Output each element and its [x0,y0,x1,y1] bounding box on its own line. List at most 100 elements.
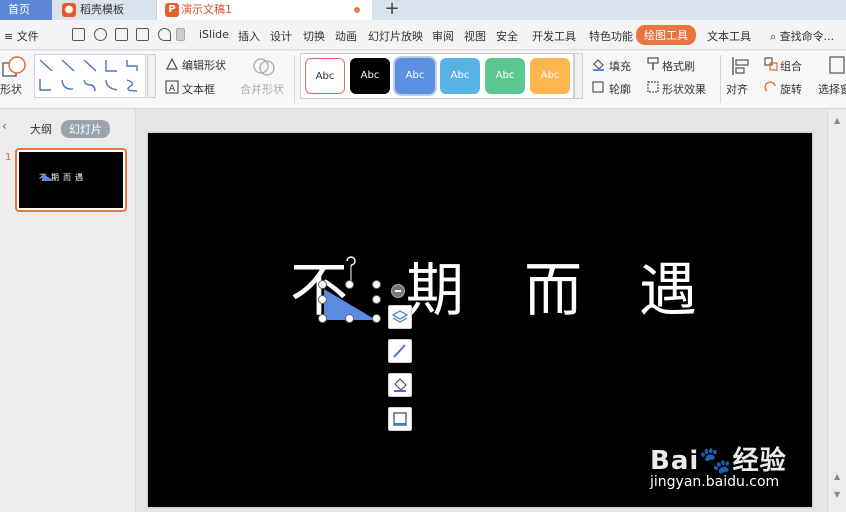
align-button[interactable]: 对齐 [726,81,748,97]
undo-history-icon[interactable] [94,28,107,41]
scroll-up-icon[interactable]: ▲ [834,116,840,125]
resize-handle-bottom-right[interactable] [372,314,381,323]
text-box-icon: A [165,80,179,94]
print-preview-icon[interactable] [136,28,149,41]
slide-number: 1 [5,152,12,163]
menu-slideshow[interactable]: 幻灯片放映 [368,28,423,44]
watermark-url: jingyan.baidu.com [650,474,780,490]
tab-bar: 首页 ● 稻壳模板 P 演示文稿1 + [0,0,846,20]
slide-thumbnail-canvas: 不期而遇 [19,152,123,208]
outline-button-float[interactable] [388,407,412,431]
fill-bucket-icon [593,59,604,71]
new-tab-button[interactable]: + [382,0,402,20]
edit-shape-button[interactable]: 编辑形状 [182,57,226,73]
more-quick-access-icon[interactable] [176,28,185,41]
menu-bar: ≡ 文件 iSlide 插入 设计 切换 动画 幻灯片放映 审阅 视图 安全 开… [0,20,846,50]
search-command-label: 查找命令... [779,30,835,43]
print-icon[interactable] [115,28,128,41]
tab-document-label: 演示文稿1 [181,3,232,16]
menu-developer[interactable]: 开发工具 [532,28,576,44]
format-painter-icon [647,57,659,70]
outline-icon [592,81,604,93]
menu-review[interactable]: 审阅 [432,28,454,44]
text-box-button[interactable]: 文本框 [182,81,215,97]
search-icon: ⌕ [770,30,777,43]
resize-handle-bottom[interactable] [345,314,354,323]
style-swatch-orange[interactable]: Abc [530,58,570,94]
tab-template[interactable]: ● 稻壳模板 [54,0,154,20]
style-swatch-black[interactable]: Abc [350,58,390,94]
slide-thumbnail-triangle [42,173,54,181]
tab-outline[interactable]: 大纲 [30,121,52,137]
style-swatch-blue[interactable]: Abc [395,58,435,94]
shapes-button[interactable]: 形状 [0,81,22,97]
tab-home[interactable]: 首页 [0,0,52,20]
rotate-icon [764,81,776,92]
ribbon-separator [720,55,721,103]
resize-handle-top-left[interactable] [318,280,327,289]
search-command[interactable]: ⌕ 查找命令... [770,28,834,44]
collapse-toolbox-icon[interactable] [391,284,405,298]
menu-view[interactable]: 视图 [464,28,486,44]
scroll-down-page-icon[interactable]: ▼ [834,490,840,499]
menu-islide[interactable]: iSlide [199,28,229,41]
group-button[interactable]: 组合 [780,58,802,74]
rotate-button[interactable]: 旋转 [780,81,802,97]
slide-char-4[interactable]: 遇 [639,259,697,321]
slide-thumbnail-1[interactable]: 不期而遇 [15,148,127,212]
style-gallery-scroll[interactable] [574,53,583,99]
resize-handle-top[interactable] [345,280,354,289]
resize-handle-right[interactable] [372,295,381,304]
tab-template-label: 稻壳模板 [80,3,124,16]
resize-handle-top-right[interactable] [372,280,381,289]
vertical-scrollbar[interactable]: ▲ ▲ ▼ [827,110,846,512]
presentation-logo-icon: P [165,3,179,17]
menu-file[interactable]: ≡ 文件 [4,28,39,44]
tab-document[interactable]: P 演示文稿1 [156,0,372,20]
group-icon [764,57,778,71]
shape-effects-icon [647,81,659,93]
save-icon[interactable] [72,28,85,41]
line-style-button[interactable] [388,339,412,363]
ribbon-drawing-tools: 形状 编辑形状 A 文本框 合并形状 Abc Abc Abc Abc Abc A… [0,51,846,109]
menu-transition[interactable]: 切换 [303,28,325,44]
menu-drawing-tools[interactable]: 绘图工具 [636,25,696,45]
connector-shapes-icon [39,59,138,92]
style-swatch-white[interactable]: Abc [305,58,345,94]
layers-icon [391,310,409,323]
selection-pane-icon [829,56,845,74]
tab-slides[interactable]: 幻灯片 [61,120,110,138]
menu-design[interactable]: 设计 [270,28,292,44]
resize-handle-bottom-left[interactable] [318,314,327,323]
scroll-up-page-icon[interactable]: ▲ [834,472,840,481]
fill-button[interactable]: 填充 [609,58,631,74]
edit-shape-icon [165,57,179,70]
resize-handle-left[interactable] [318,295,327,304]
slide-char-3[interactable]: 而 [524,259,582,321]
menu-special-features[interactable]: 特色功能 [589,28,633,44]
merge-shapes-icon [253,58,275,76]
style-swatch-sky[interactable]: Abc [440,58,480,94]
shape-effects-button[interactable]: 形状效果 [662,81,706,97]
layer-button[interactable] [388,305,412,329]
menu-animation[interactable]: 动画 [335,28,357,44]
selection-pane-button[interactable]: 选择窗 [818,81,846,97]
slide-char-2[interactable]: 期 [406,259,464,321]
collapse-pane-icon[interactable]: ‹ [2,119,7,133]
connector-gallery[interactable] [34,54,146,98]
pen-icon [393,344,406,358]
watermark-brand: Bai🐾经验 [650,446,787,476]
shapes-icon[interactable] [2,55,28,79]
menu-text-tools[interactable]: 文本工具 [707,28,751,44]
menu-insert[interactable]: 插入 [238,28,260,44]
merge-shapes-button[interactable]: 合并形状 [240,81,284,97]
menu-security[interactable]: 安全 [496,28,518,44]
style-swatch-green[interactable]: Abc [485,58,525,94]
outline-button[interactable]: 轮廓 [609,81,631,97]
unsaved-dot-icon [354,7,360,13]
fill-button-float[interactable] [388,373,412,397]
connector-gallery-scroll[interactable] [147,54,156,98]
format-painter-button[interactable]: 格式刷 [662,58,695,74]
undo-icon[interactable] [158,28,171,41]
frame-icon [393,412,407,426]
